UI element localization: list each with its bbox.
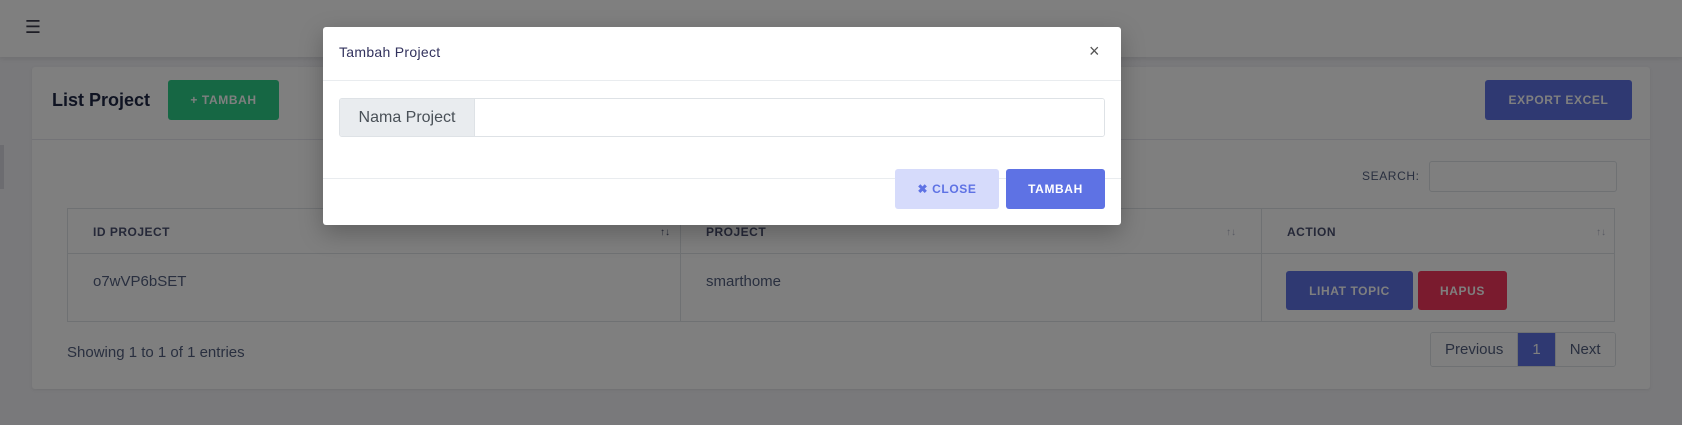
- modal-close-button[interactable]: ✖ CLOSE: [895, 169, 999, 209]
- modal-submit-button[interactable]: TAMBAH: [1006, 169, 1105, 209]
- add-project-modal: Tambah Project × Nama Project ✖ CLOSE TA…: [323, 27, 1121, 225]
- project-name-label: Nama Project: [340, 99, 475, 136]
- project-name-input[interactable]: [475, 99, 1104, 136]
- modal-title: Tambah Project: [339, 44, 441, 60]
- project-name-group: Nama Project: [339, 98, 1105, 137]
- modal-body: Nama Project: [323, 82, 1121, 179]
- modal-header: Tambah Project ×: [323, 27, 1121, 81]
- close-icon[interactable]: ×: [1089, 41, 1100, 62]
